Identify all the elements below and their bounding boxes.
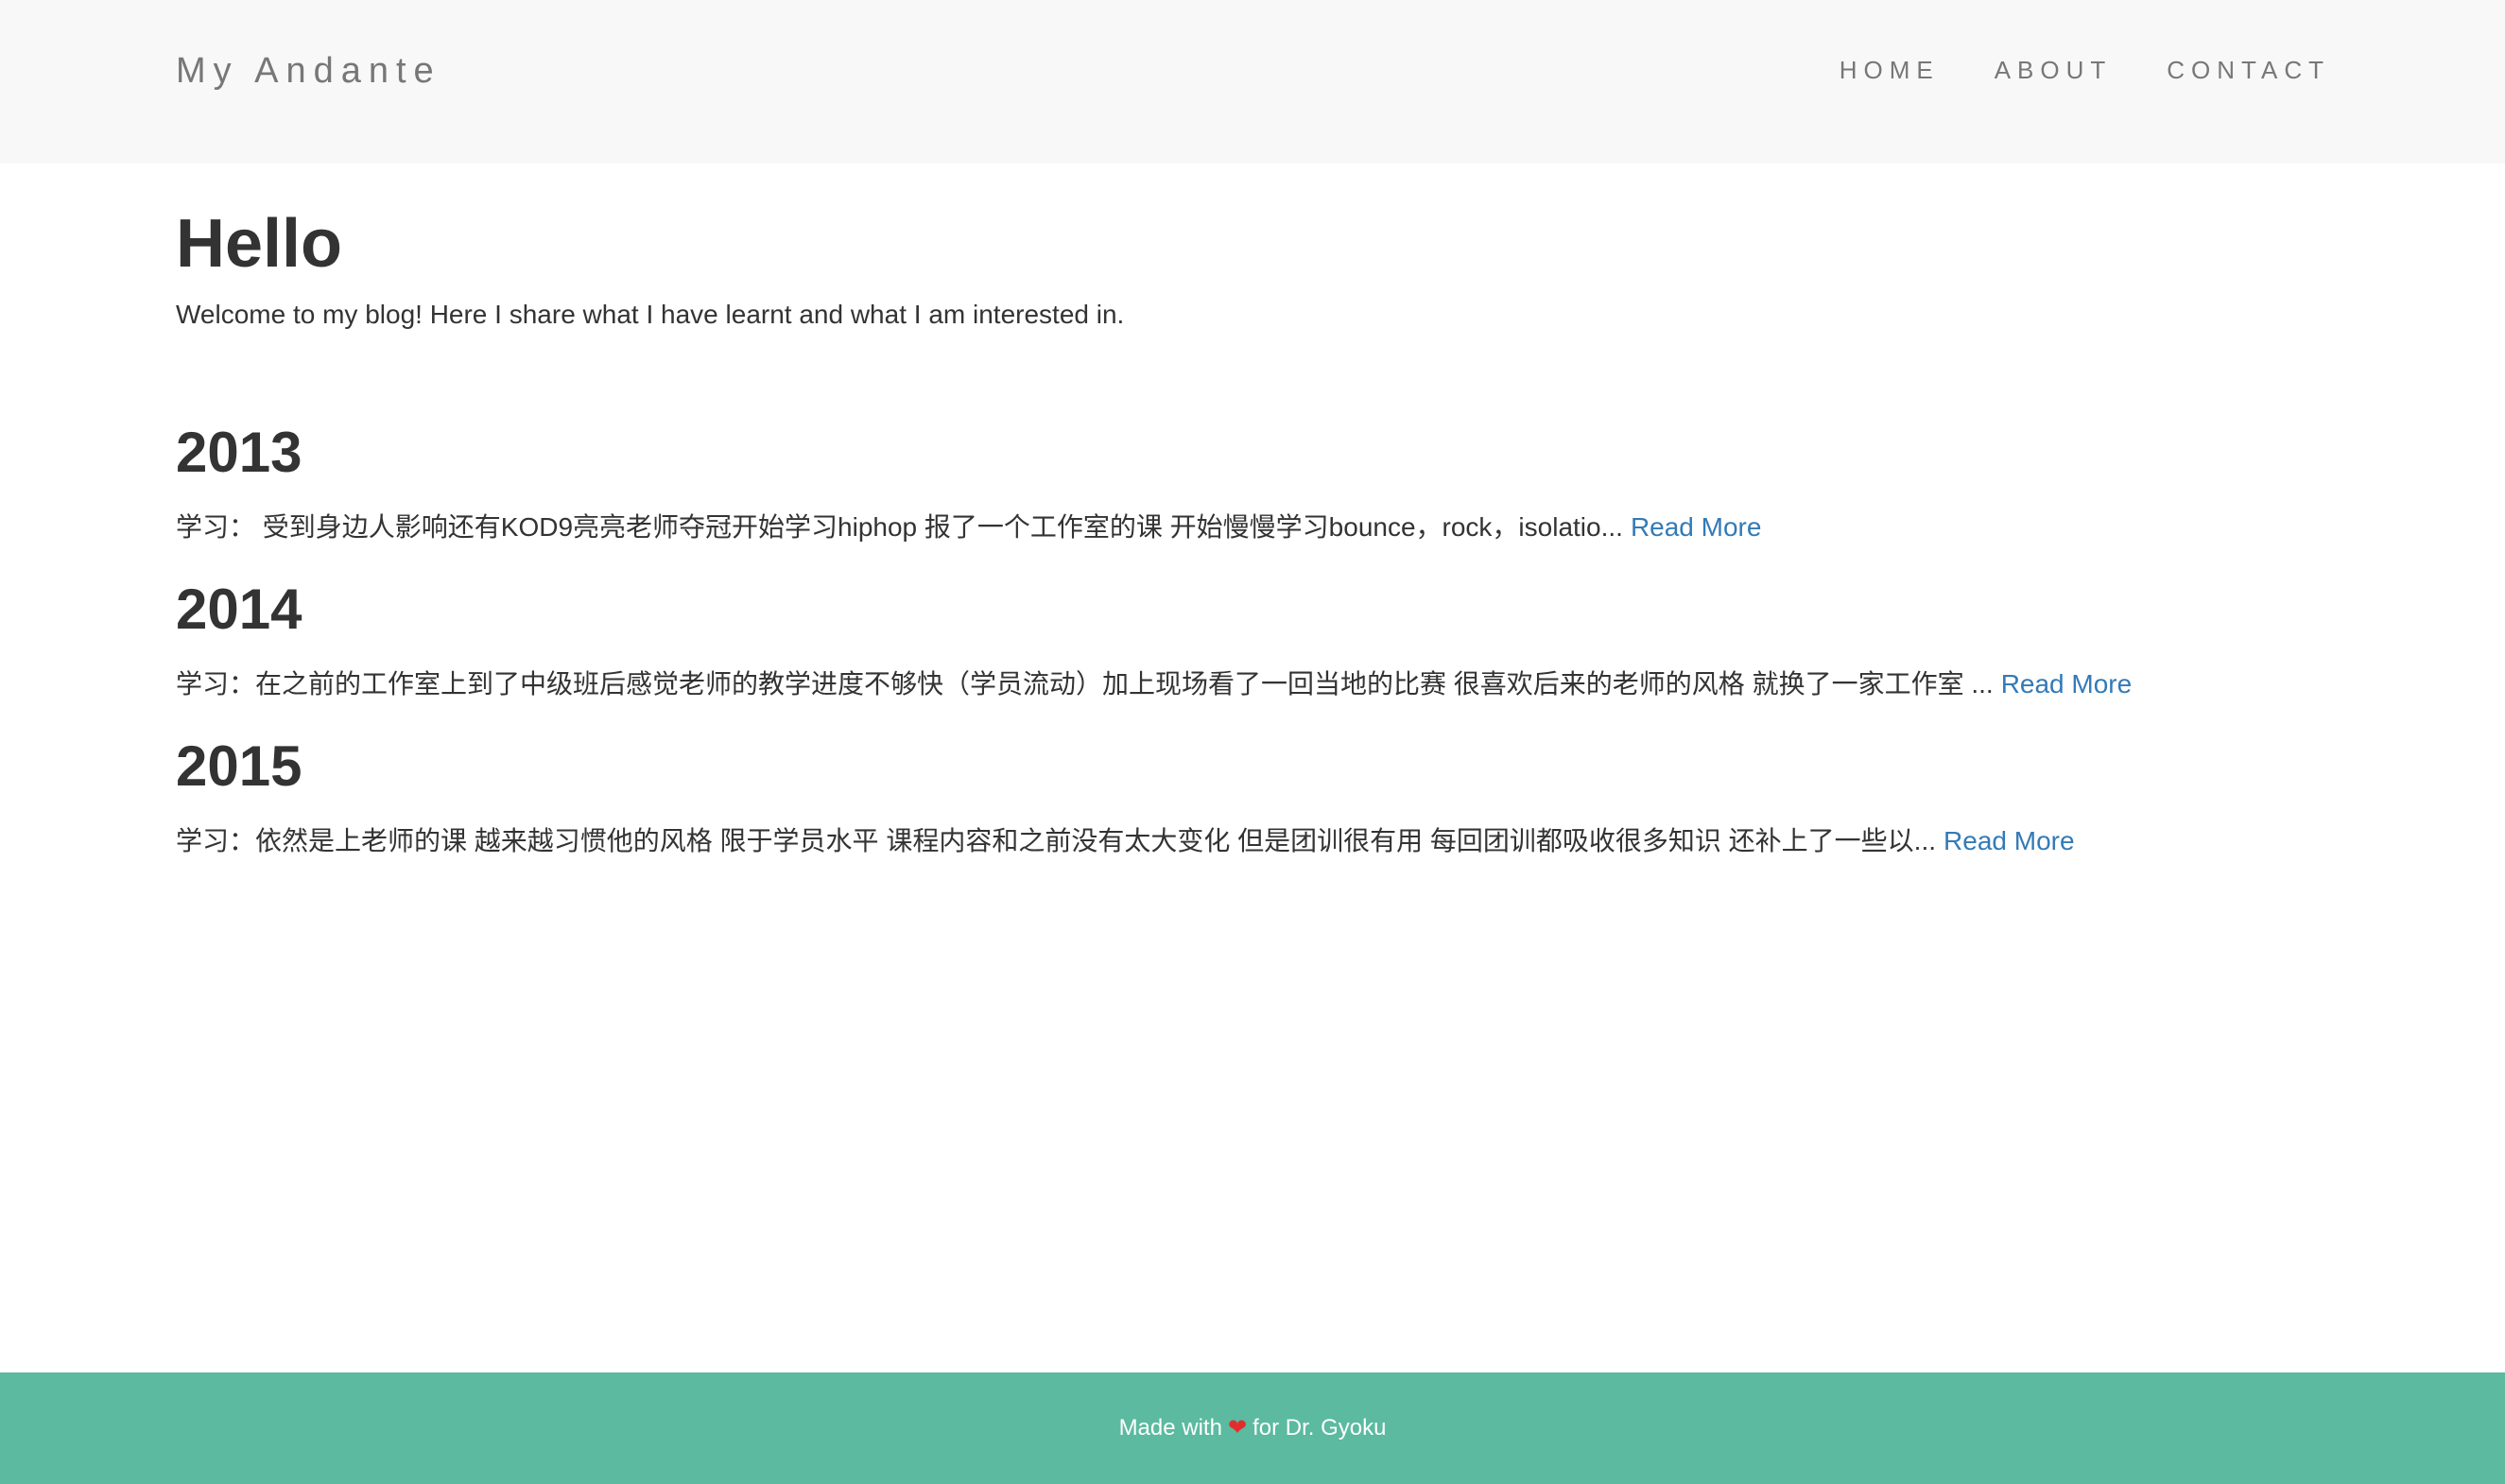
- nav-link-home[interactable]: HOME: [1840, 51, 1940, 89]
- post-title-2013[interactable]: 2013: [176, 419, 302, 487]
- post-title-2014[interactable]: 2014: [176, 576, 302, 644]
- site-footer: Made with ❤ for Dr. Gyoku: [0, 1372, 2505, 1484]
- post-excerpt-text: 学习：在之前的工作室上到了中级班后感觉老师的教学进度不够快（学员流动）加上现场看…: [176, 669, 1994, 699]
- footer-text-before: Made with: [1118, 1415, 1222, 1441]
- page-subtitle: Welcome to my blog! Here I share what I …: [176, 300, 1125, 329]
- post-excerpt-2014: 学习：在之前的工作室上到了中级班后感觉老师的教学进度不够快（学员流动）加上现场看…: [176, 665, 2132, 703]
- main-nav: HOME ABOUT CONTACT: [1840, 51, 2330, 89]
- site-header: My Andante HOME ABOUT CONTACT: [0, 0, 2505, 164]
- post-excerpt-2015: 学习：依然是上老师的课 越来越习惯他的风格 限于学员水平 课程内容和之前没有太大…: [176, 822, 2075, 860]
- site-title-link[interactable]: My Andante: [176, 47, 441, 95]
- heart-icon: ❤: [1227, 1415, 1248, 1441]
- post-title-2015[interactable]: 2015: [176, 733, 302, 801]
- page: My Andante HOME ABOUT CONTACT Hello Welc…: [0, 0, 2505, 1484]
- page-title: Hello: [176, 206, 343, 282]
- nav-link-contact[interactable]: CONTACT: [2167, 51, 2330, 89]
- post-excerpt-text: 学习： 受到身边人影响还有KOD9亮亮老师夺冠开始学习hiphop 报了一个工作…: [176, 512, 1623, 542]
- read-more-link-2015[interactable]: Read More: [1944, 826, 2075, 855]
- post-excerpt-2013: 学习： 受到身边人影响还有KOD9亮亮老师夺冠开始学习hiphop 报了一个工作…: [176, 509, 1761, 546]
- read-more-link-2013[interactable]: Read More: [1631, 512, 1762, 542]
- read-more-link-2014[interactable]: Read More: [2001, 669, 2133, 699]
- footer-text-after: for Dr. Gyoku: [1252, 1415, 1387, 1441]
- post-excerpt-text: 学习：依然是上老师的课 越来越习惯他的风格 限于学员水平 课程内容和之前没有太大…: [176, 826, 1937, 855]
- nav-link-about[interactable]: ABOUT: [1995, 51, 2113, 89]
